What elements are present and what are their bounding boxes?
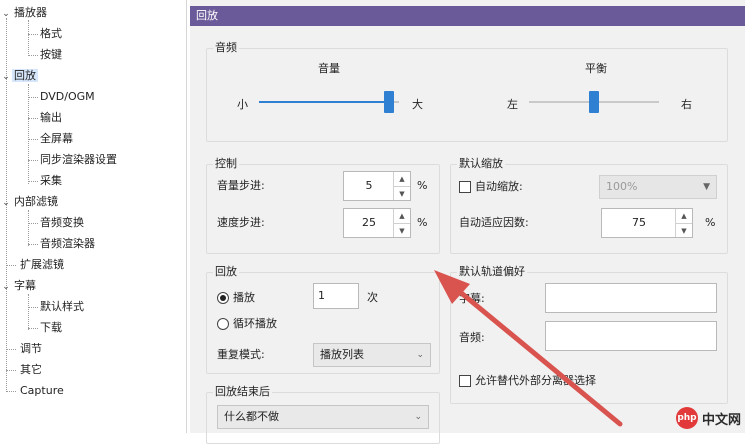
watermark-text: 中文网: [701, 412, 741, 428]
annotation-arrow: [434, 270, 623, 427]
php-logo: php: [675, 407, 698, 429]
annotation-arrow-shaft: [445, 279, 623, 427]
watermark: php 中文网: [675, 407, 741, 429]
